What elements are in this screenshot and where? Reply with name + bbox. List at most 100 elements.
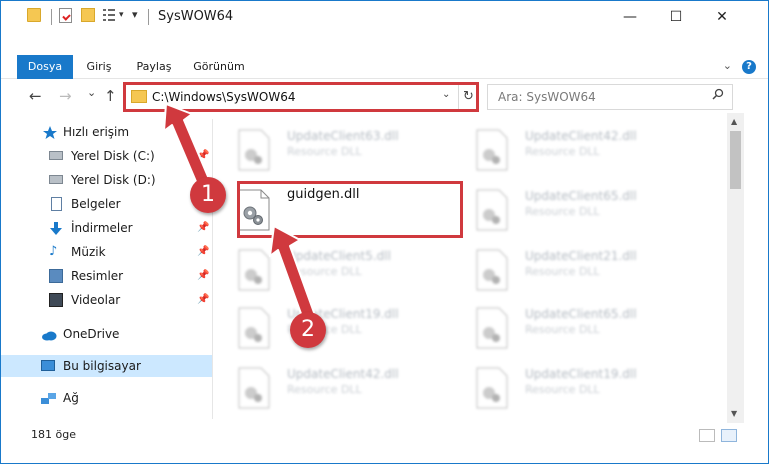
- pin-icon[interactable]: 📌: [197, 265, 209, 287]
- forward-button[interactable]: →: [59, 87, 72, 105]
- tab-view[interactable]: Görünüm: [187, 55, 251, 79]
- search-icon[interactable]: [712, 88, 724, 104]
- sidebar-item-label: Bu bilgisayar: [63, 359, 141, 373]
- customize-toolbar-icon[interactable]: ▾: [132, 8, 138, 21]
- dll-file-icon: [237, 367, 271, 409]
- address-highlight-box: [123, 82, 479, 112]
- music-icon: ♪: [49, 244, 58, 259]
- pin-icon[interactable]: 📌: [197, 145, 209, 167]
- sidebar-item-local-disk-c[interactable]: Yerel Disk (C:) 📌: [1, 145, 212, 167]
- documents-icon: [51, 197, 62, 211]
- chevron-down-icon[interactable]: ▾: [119, 10, 124, 20]
- details-view-icon[interactable]: [699, 429, 715, 442]
- dll-file-icon: [475, 189, 509, 231]
- drive-icon: [49, 175, 63, 184]
- scrollbar-thumb[interactable]: [730, 131, 741, 189]
- sidebar-item-label: OneDrive: [63, 327, 120, 341]
- file-type: Resource DLL: [525, 145, 600, 158]
- file-type: Resource DLL: [525, 265, 600, 278]
- file-name: UpdateClient65.dll: [525, 307, 637, 321]
- new-folder-icon[interactable]: [81, 8, 95, 22]
- close-button[interactable]: ✕: [699, 1, 745, 33]
- pin-icon[interactable]: 📌: [197, 241, 209, 263]
- list-item[interactable]: UpdateClient19.dll Resource DLL: [227, 299, 457, 351]
- window-title: SysWOW64: [158, 9, 234, 24]
- sidebar-item-label: Videolar: [71, 293, 121, 307]
- sidebar-item-this-pc[interactable]: Bu bilgisayar: [1, 355, 212, 377]
- sidebar-item-local-disk-d[interactable]: Yerel Disk (D:) 📌: [1, 169, 212, 191]
- list-item[interactable]: UpdateClient5.dll Resource DLL: [227, 241, 457, 293]
- expand-ribbon-icon[interactable]: ⌄: [723, 59, 732, 72]
- dll-file-icon: [475, 367, 509, 409]
- pictures-icon: [49, 269, 63, 283]
- dll-file-icon: [237, 129, 271, 171]
- sidebar-item-documents[interactable]: Belgeler 📌: [1, 193, 212, 215]
- divider: [148, 9, 149, 25]
- view-options-icon[interactable]: [103, 8, 115, 22]
- step-1-badge: 1: [190, 177, 226, 213]
- folder-icon: [27, 8, 41, 22]
- vertical-scrollbar[interactable]: ▲ ▼: [727, 113, 744, 423]
- scroll-up-icon[interactable]: ▲: [731, 117, 737, 126]
- file-type: Resource DLL: [287, 383, 362, 396]
- file-type: Resource DLL: [525, 323, 600, 336]
- pin-icon[interactable]: 📌: [197, 217, 209, 239]
- file-name: UpdateClient42.dll: [287, 367, 399, 381]
- list-item[interactable]: UpdateClient65.dll Resource DLL: [465, 299, 695, 351]
- scroll-down-icon[interactable]: ▼: [731, 409, 737, 418]
- file-list: UpdateClient63.dll Resource DLL UpdateCl…: [213, 113, 727, 423]
- explorer-window: ▾ ▾ SysWOW64 — ☐ ✕ Dosya Giriş Paylaş Gö…: [0, 0, 769, 464]
- step-2-badge: 2: [290, 312, 326, 348]
- sidebar-item-label: Ağ: [63, 391, 79, 405]
- network-icon: [41, 391, 56, 405]
- sidebar-item-onedrive[interactable]: OneDrive: [1, 323, 212, 345]
- file-name: UpdateClient5.dll: [287, 249, 391, 263]
- large-icons-view-icon[interactable]: [721, 429, 737, 442]
- sidebar-item-quick-access[interactable]: Hızlı erişim: [1, 121, 212, 143]
- sidebar-item-videos[interactable]: Videolar 📌: [1, 289, 212, 311]
- file-type: Resource DLL: [525, 383, 600, 396]
- sidebar-item-downloads[interactable]: İndirmeler 📌: [1, 217, 212, 239]
- sidebar-item-label: Belgeler: [71, 197, 121, 211]
- list-item[interactable]: UpdateClient42.dll Resource DLL: [465, 121, 695, 173]
- cloud-icon: [41, 327, 57, 341]
- item-count: 181 öge: [31, 428, 76, 441]
- pin-icon[interactable]: 📌: [197, 289, 209, 311]
- tab-home[interactable]: Giriş: [77, 55, 121, 79]
- file-name: UpdateClient19.dll: [525, 367, 637, 381]
- list-item[interactable]: UpdateClient42.dll Resource DLL: [227, 359, 457, 411]
- file-highlight-box: [237, 181, 463, 238]
- maximize-button[interactable]: ☐: [653, 1, 699, 33]
- file-type: Resource DLL: [525, 205, 600, 218]
- list-item[interactable]: UpdateClient19.dll Resource DLL: [465, 359, 695, 411]
- dll-file-icon: [475, 129, 509, 171]
- sidebar-item-label: Yerel Disk (D:): [71, 173, 156, 187]
- file-name: UpdateClient65.dll: [525, 189, 637, 203]
- minimize-button[interactable]: —: [607, 1, 653, 33]
- file-type: Resource DLL: [287, 145, 362, 158]
- dll-file-icon: [237, 307, 271, 349]
- tab-share[interactable]: Paylaş: [127, 55, 181, 79]
- downloads-icon: [49, 221, 63, 235]
- sidebar-item-label: Yerel Disk (C:): [71, 149, 155, 163]
- sidebar-item-network[interactable]: Ağ: [1, 387, 212, 409]
- tab-file[interactable]: Dosya: [17, 55, 73, 79]
- up-button[interactable]: ↑: [104, 87, 117, 105]
- sidebar-item-label: Hızlı erişim: [63, 125, 130, 139]
- dll-file-icon: [237, 249, 271, 291]
- navigation-pane: Hızlı erişim Yerel Disk (C:) 📌 Yerel Dis…: [1, 119, 212, 419]
- properties-icon[interactable]: [59, 8, 72, 23]
- list-item[interactable]: UpdateClient21.dll Resource DLL: [465, 241, 695, 293]
- file-name: UpdateClient21.dll: [525, 249, 637, 263]
- back-button[interactable]: ←: [29, 87, 42, 105]
- sidebar-item-music[interactable]: ♪ Müzik 📌: [1, 241, 212, 263]
- recent-locations-button[interactable]: ⌄: [87, 86, 96, 99]
- sidebar-item-label: Resimler: [71, 269, 124, 283]
- help-icon[interactable]: ?: [742, 60, 756, 74]
- list-item[interactable]: UpdateClient65.dll Resource DLL: [465, 181, 695, 233]
- list-item[interactable]: UpdateClient63.dll Resource DLL: [227, 121, 457, 173]
- sidebar-item-pictures[interactable]: Resimler 📌: [1, 265, 212, 287]
- search-box[interactable]: Ara: SysWOW64: [487, 84, 733, 110]
- status-bar: 181 öge: [1, 423, 768, 447]
- search-placeholder[interactable]: Ara: SysWOW64: [498, 90, 596, 104]
